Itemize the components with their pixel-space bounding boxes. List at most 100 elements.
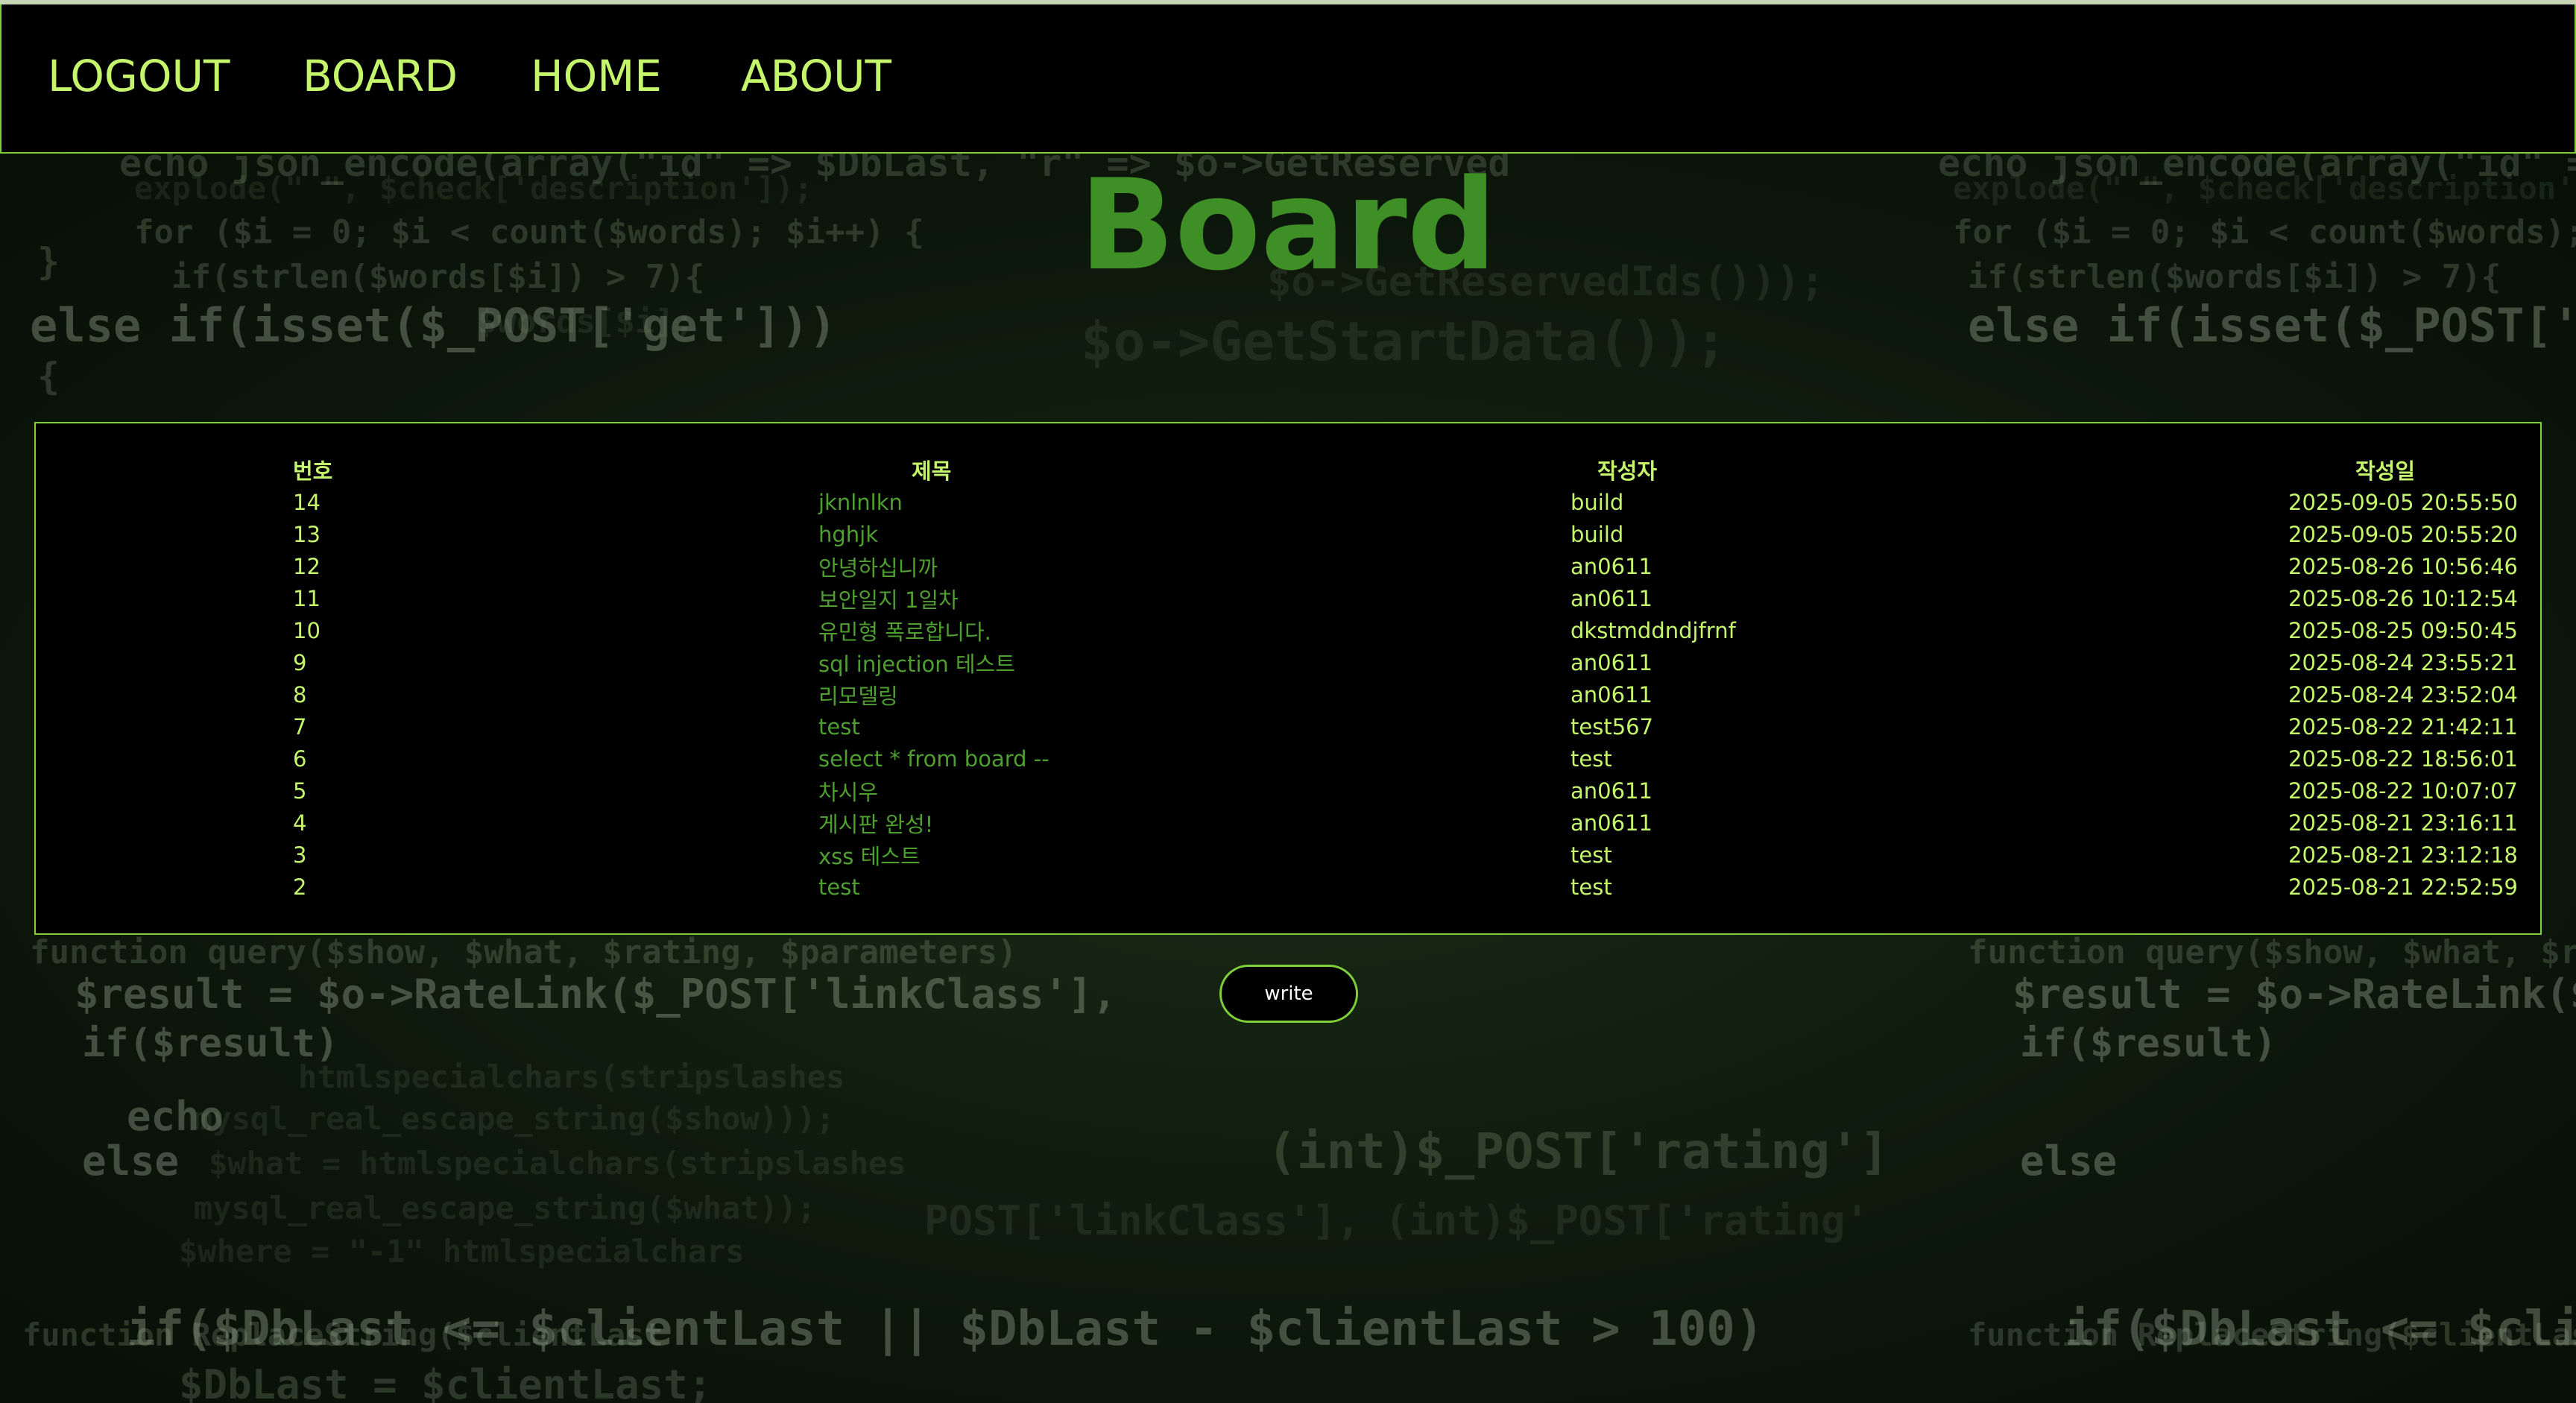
post-number: 9 [293, 649, 307, 675]
nav-logout-link[interactable]: LOGOUT [48, 51, 230, 101]
post-date: 2025-08-21 23:16:11 [2288, 810, 2518, 836]
post-number: 14 [293, 489, 321, 515]
post-author: test567 [1570, 713, 1654, 740]
nav-home-link[interactable]: HOME [531, 51, 662, 101]
board-row[interactable]: 11 보안일지 1일차 an0611 2025-08-26 10:12:54 [36, 582, 2540, 614]
post-number: 12 [293, 553, 321, 579]
background-code-line: mysql_real_escape_string($show))); [194, 1100, 835, 1137]
board-row[interactable]: 10 유민형 폭로합니다. dkstmddndjfrnf 2025-08-25 09:… [36, 614, 2540, 646]
post-title-link[interactable]: 리모델링 [695, 678, 1448, 710]
post-author: build [1570, 521, 1624, 547]
post-date: 2025-08-26 10:56:46 [2288, 553, 2518, 579]
background-code-line: $words[$i]; [477, 303, 695, 341]
background-code-line: $o->GetStartData()); [1081, 310, 1727, 373]
column-header-number: 번호 [293, 458, 333, 484]
board-row[interactable]: 14 jknlnlkn build 2025-09-05 20:55:50 [36, 486, 2540, 518]
background-code-line: mysql_real_escape_string($what)); [194, 1190, 816, 1226]
post-author: test [1570, 842, 1612, 868]
post-number: 7 [293, 713, 307, 740]
post-author: an0611 [1570, 810, 1652, 836]
post-title-link[interactable]: 보안일지 1일차 [695, 582, 1448, 614]
post-number: 4 [293, 810, 307, 836]
post-title-link[interactable]: test [695, 710, 1448, 743]
background-code-line: { [37, 355, 60, 398]
background-code-line: else [2020, 1138, 2118, 1185]
write-button[interactable]: write [1219, 965, 1358, 1023]
board-row[interactable]: 4 게시판 완성! an0611 2025-08-21 23:16:11 [36, 807, 2540, 839]
post-number: 10 [293, 617, 321, 643]
post-title-link[interactable]: test [695, 871, 1448, 903]
background-code-line: $where = "-1" htmlspecialchars [179, 1233, 745, 1270]
board-row[interactable]: 8 리모델링 an0611 2025-08-24 23:52:04 [36, 678, 2540, 710]
post-number: 8 [293, 681, 307, 707]
nav-about-link[interactable]: ABOUT [741, 51, 891, 101]
post-date: 2025-08-24 23:55:21 [2288, 649, 2518, 675]
background-code-line: if($DbLast <= $clientLast || $DbLast - $… [2065, 1302, 2576, 1357]
background-code-line: function query($show, $what, $rating, $p… [1968, 933, 2576, 971]
background-code-line: (int)$_POST['rating'] [1267, 1123, 1890, 1180]
background-code-line: else if(isset($_POST['get'])) [30, 298, 837, 353]
post-number: 3 [293, 842, 307, 868]
post-number: 2 [293, 874, 307, 900]
post-title-link[interactable]: hghjk [695, 518, 1448, 550]
post-number: 5 [293, 778, 307, 804]
post-date: 2025-08-21 23:12:18 [2288, 842, 2518, 868]
nav-board-link[interactable]: BOARD [303, 51, 458, 101]
post-author: build [1570, 489, 1624, 515]
board-row[interactable]: 5 차시우 an0611 2025-08-22 10:07:07 [36, 775, 2540, 807]
background-code-line: $what = htmlspecialchars(stripslashes [209, 1145, 906, 1182]
background-code-line: if($DbLast <= $clientLast || $DbLast - $… [127, 1302, 1764, 1357]
post-date: 2025-09-05 20:55:50 [2288, 489, 2518, 515]
post-number: 6 [293, 745, 307, 772]
background-code-line: else [82, 1138, 180, 1185]
board-panel: 번호 제목 작성자 작성일 14 jknlnlkn build 2025-09-05 … [34, 422, 2542, 935]
board-row[interactable]: 3 xss 테스트 test 2025-08-21 23:12:18 [36, 839, 2540, 871]
top-navbar: LOGOUT BOARD HOME ABOUT [0, 4, 2576, 154]
post-title-link[interactable]: 유민형 폭로합니다. [695, 614, 1448, 646]
board-row[interactable]: 2 test test 2025-08-21 22:52:59 [36, 871, 2540, 903]
post-title-link[interactable]: jknlnlkn [695, 486, 1448, 518]
background-code-line: function query($show, $what, $rating, $p… [30, 933, 1017, 971]
post-author: an0611 [1570, 553, 1652, 579]
page-title: Board [1079, 152, 1497, 298]
post-title-link[interactable]: sql injection 테스트 [695, 646, 1448, 678]
post-title-link[interactable]: xss 테스트 [695, 839, 1448, 871]
background-code-line: htmlspecialchars(stripslashes [298, 1059, 845, 1095]
post-author: an0611 [1570, 681, 1652, 707]
post-date: 2025-08-24 23:52:04 [2288, 681, 2518, 707]
post-date: 2025-09-05 20:55:20 [2288, 521, 2518, 547]
post-date: 2025-08-22 10:07:07 [2288, 778, 2518, 804]
board-row[interactable]: 9 sql injection 테스트 an0611 2025-08-24 23:55… [36, 646, 2540, 678]
column-header-title: 제목 [912, 458, 952, 484]
post-date: 2025-08-22 21:42:11 [2288, 713, 2518, 740]
post-title-link[interactable]: 차시우 [695, 775, 1448, 807]
background-code-line: $result = $o->RateLink($_POST['linkClass… [2012, 971, 2576, 1018]
board-row[interactable]: 6 select * from board -- test 2025-08-22 18… [36, 743, 2540, 775]
background-code-line: $result = $o->RateLink($_POST['linkClass… [75, 971, 1117, 1018]
board-header-row: 번호 제목 작성자 작성일 [36, 453, 2540, 486]
background-code-line: $DbLast = $clientLast; [179, 1361, 713, 1403]
post-date: 2025-08-22 18:56:01 [2288, 745, 2518, 772]
board-row[interactable]: 12 안녕하십니까 an0611 2025-08-26 10:56:46 [36, 550, 2540, 582]
post-author: test [1570, 745, 1612, 772]
post-date: 2025-08-21 22:52:59 [2288, 874, 2518, 900]
board-table: 번호 제목 작성자 작성일 14 jknlnlkn build 2025-09-05 … [36, 453, 2540, 903]
post-date: 2025-08-25 09:50:45 [2288, 617, 2518, 643]
board-body: 14 jknlnlkn build 2025-09-05 20:55:50 13 hghj… [36, 486, 2540, 903]
post-title-link[interactable]: select * from board -- [695, 743, 1448, 775]
column-header-date: 작성일 [2355, 458, 2416, 484]
post-author: an0611 [1570, 778, 1652, 804]
post-number: 11 [293, 585, 321, 611]
background-code-line: else if(isset($_POST['get'])) [1968, 298, 2576, 353]
post-number: 13 [293, 521, 321, 547]
board-row[interactable]: 7 test test567 2025-08-22 21:42:11 [36, 710, 2540, 743]
post-author: an0611 [1570, 585, 1652, 611]
post-title-link[interactable]: 게시판 완성! [695, 807, 1448, 839]
post-author: an0611 [1570, 649, 1652, 675]
column-header-author: 작성자 [1597, 458, 1658, 484]
background-code-line: if($result) [2020, 1021, 2277, 1066]
board-row[interactable]: 13 hghjk build 2025-09-05 20:55:20 [36, 518, 2540, 550]
post-title-link[interactable]: 안녕하십니까 [695, 550, 1448, 582]
background-code-line: POST['linkClass'], (int)$_POST['rating' [924, 1197, 1869, 1244]
post-author: test [1570, 874, 1612, 900]
